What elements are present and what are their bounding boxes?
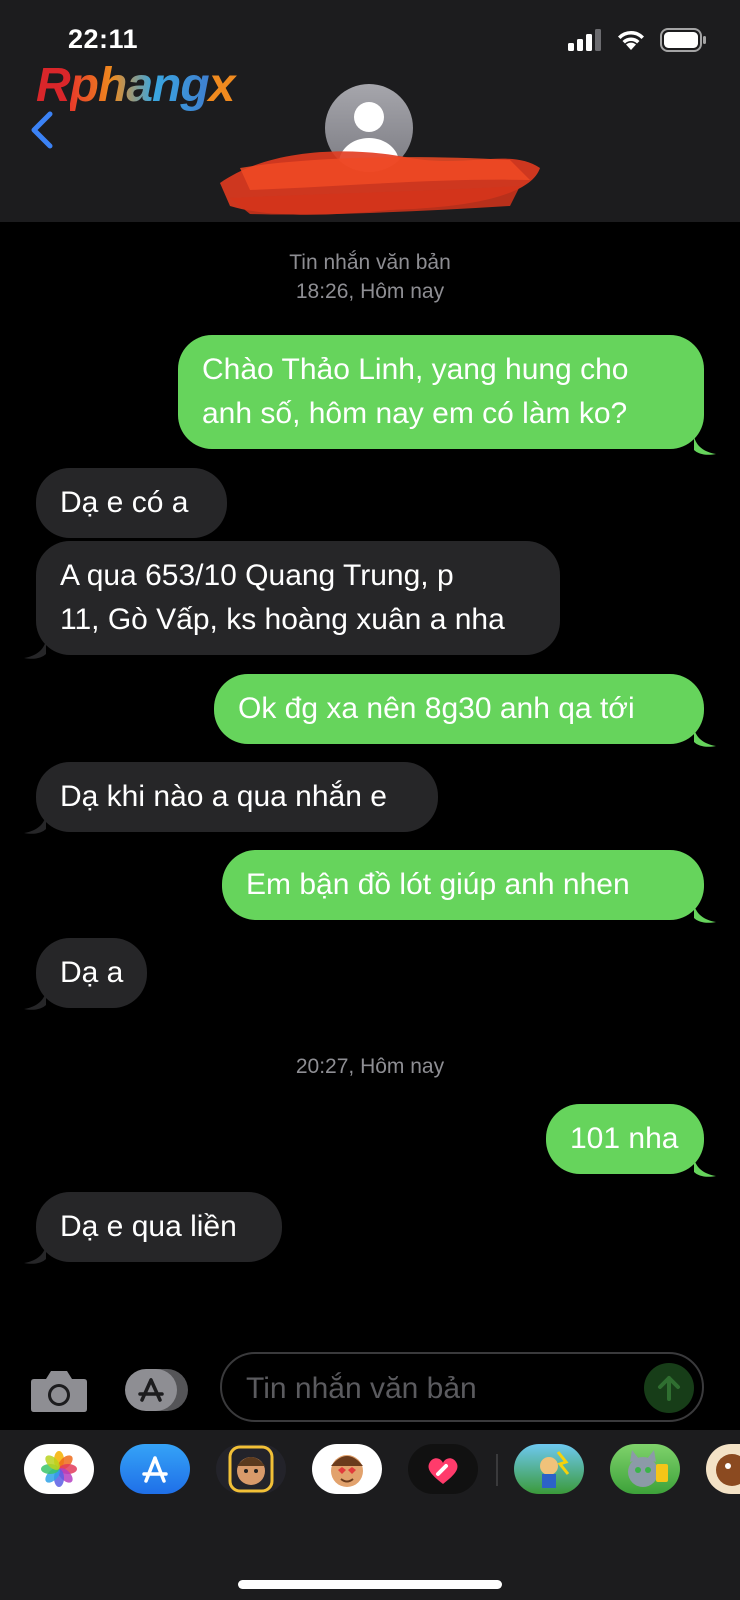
talking-tom-icon[interactable] xyxy=(610,1444,680,1494)
photos-icon[interactable] xyxy=(24,1444,94,1494)
sent-bubble-tail xyxy=(694,904,716,923)
camera-icon[interactable] xyxy=(30,1367,88,1413)
message-composer xyxy=(0,1350,740,1430)
app-store-icon[interactable] xyxy=(120,1444,190,1494)
send-button[interactable] xyxy=(644,1363,694,1413)
sent-bubble-tail xyxy=(694,1158,716,1177)
sent-message-bubble[interactable]: 101 nha xyxy=(546,1104,704,1174)
received-message-bubble[interactable]: A qua 653/10 Quang Trung, p 11, Gò Vấp, … xyxy=(36,541,560,655)
message-input[interactable] xyxy=(244,1366,628,1412)
sent-message-bubble[interactable]: Chào Thảo Linh, yang hung cho anh số, hô… xyxy=(178,335,704,449)
received-bubble-tail xyxy=(24,640,46,659)
received-message-bubble[interactable]: Dạ e qua liền xyxy=(36,1192,282,1262)
timestamp-meta: 20:27, Hôm nay xyxy=(295,1055,445,1078)
status-time: 22:11 xyxy=(68,24,139,54)
tray-divider xyxy=(496,1454,498,1486)
watermark-logo: Rphangx xyxy=(36,59,235,112)
received-message-bubble[interactable]: Dạ a xyxy=(36,938,147,1008)
received-bubble-tail xyxy=(24,815,46,834)
back-chevron-icon[interactable] xyxy=(26,108,66,152)
wifi-icon xyxy=(618,30,644,50)
sent-message-bubble[interactable]: Ok đg xa nên 8g30 anh qa tới xyxy=(214,674,704,744)
sent-bubble-tail xyxy=(694,436,716,455)
conversation-meta: Tin nhắn văn bản 18:26, Hôm nay xyxy=(289,251,451,303)
received-bubble-tail xyxy=(24,991,46,1010)
sent-bubble-tail xyxy=(694,728,716,747)
animoji-icon[interactable] xyxy=(312,1444,382,1494)
game-app-icon-2[interactable] xyxy=(706,1444,740,1494)
status-icons xyxy=(568,28,706,52)
received-message-bubble[interactable]: Dạ khi nào a qua nhắn e xyxy=(36,762,438,832)
message-text-field[interactable] xyxy=(220,1352,704,1422)
game-app-icon[interactable] xyxy=(514,1444,584,1494)
imessage-app-tray xyxy=(0,1430,740,1600)
battery-icon xyxy=(660,28,706,52)
memoji-icon[interactable] xyxy=(216,1444,286,1494)
received-message-bubble[interactable]: Dạ e có a xyxy=(36,468,227,538)
sent-message-bubble[interactable]: Em bận đồ lót giúp anh nhen xyxy=(222,850,704,920)
home-indicator[interactable] xyxy=(238,1580,502,1589)
cellular-signal-icon xyxy=(568,29,601,51)
app-store-button-icon[interactable] xyxy=(124,1368,190,1412)
redaction-scribble xyxy=(220,151,540,215)
arrow-up-icon xyxy=(658,1376,680,1401)
conversation-header: 22:11 Rphangx xyxy=(0,0,740,222)
received-bubble-tail xyxy=(24,1245,46,1264)
digital-touch-icon[interactable] xyxy=(408,1444,478,1494)
